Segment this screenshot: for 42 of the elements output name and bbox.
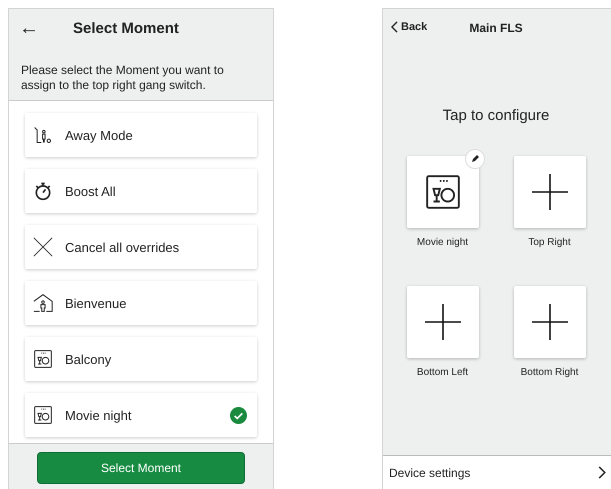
gang-tile[interactable]	[514, 286, 586, 358]
configure-prompt: Tap to configure	[442, 107, 550, 124]
back-button[interactable]: Back	[391, 21, 428, 33]
person-leaving-icon	[33, 125, 53, 145]
description-text: Please select the Moment you want to assign to the top right gang switch.	[21, 63, 225, 93]
back-button[interactable]: ←	[19, 18, 73, 38]
chevron-right-icon	[598, 466, 606, 479]
edit-icon[interactable]	[464, 149, 484, 169]
moment-list-item[interactable]: Away Mode	[25, 113, 257, 157]
moment-list-item[interactable]: Movie night	[25, 393, 257, 437]
moment-name: Balcony	[65, 352, 112, 366]
tile-label: Bottom Right	[520, 367, 578, 378]
select-moment-button[interactable]: Select Moment	[37, 452, 245, 484]
cross-icon	[33, 237, 53, 257]
moment-name: Movie night	[65, 408, 132, 422]
dining-icon	[424, 173, 462, 211]
gang-tile[interactable]	[406, 156, 478, 228]
moment-name: Boost All	[65, 184, 117, 198]
moment-list-item[interactable]: Bienvenue	[25, 281, 257, 325]
checkmark-icon	[230, 406, 247, 424]
plus-icon	[532, 304, 568, 340]
moment-list-item[interactable]: Boost All	[25, 169, 257, 213]
stopwatch-icon	[33, 181, 53, 201]
gang-tile[interactable]	[514, 156, 586, 228]
tile-label: Bottom Left	[416, 367, 468, 378]
chevron-left-icon	[391, 21, 398, 33]
moment-name: Away Mode	[65, 128, 134, 142]
tile-label: Top Right	[528, 237, 571, 248]
device-settings-row[interactable]: Device settings	[383, 455, 611, 489]
plus-icon	[424, 304, 460, 340]
house-person-icon	[33, 293, 53, 313]
moment-name: Bienvenue	[65, 296, 128, 310]
plus-icon	[532, 174, 568, 210]
dining-icon	[33, 349, 53, 369]
tile-label: Movie night	[416, 237, 468, 248]
moment-list-item[interactable]: Cancel all overrides	[25, 225, 257, 269]
screen-title: Select Moment	[73, 20, 179, 36]
gang-tile[interactable]	[406, 286, 478, 358]
screen-title: Main FLS	[469, 21, 523, 35]
dining-icon	[33, 405, 53, 425]
moment-list-item[interactable]: Balcony	[25, 337, 257, 381]
moment-name: Cancel all overrides	[65, 240, 180, 254]
